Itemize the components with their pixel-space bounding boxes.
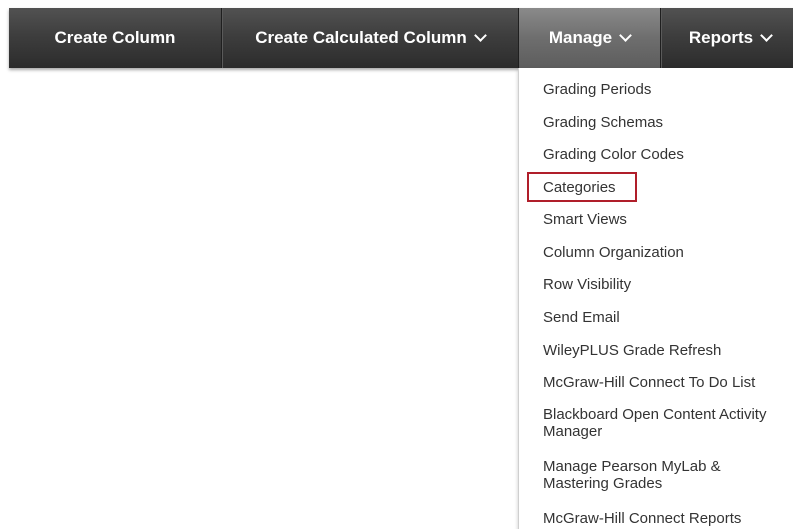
create-calculated-column-button[interactable]: Create Calculated Column [222,8,518,68]
chevron-down-icon [760,28,773,42]
manage-label: Manage [548,28,613,47]
manage-menu-button[interactable]: Manage [519,8,660,68]
reports-menu-button[interactable]: Reports [661,8,793,68]
create-calculated-column-label: Create Calculated Column [255,28,467,47]
menu-item-blackboard-open-content-activity-manager[interactable]: Blackboard Open Content Activity Manager [543,406,793,440]
menu-item-grading-schemas[interactable]: Grading Schemas [543,114,663,131]
menu-item-manage-pearson-mylab-mastering-grades[interactable]: Manage Pearson MyLab & Mastering Grades [543,458,778,492]
reports-label: Reports [688,28,754,47]
menu-item-smart-views[interactable]: Smart Views [543,211,627,228]
gradebook-screen: Create Column Create Calculated Column M… [0,0,793,529]
chevron-down-icon [473,28,487,42]
menu-item-grading-color-codes[interactable]: Grading Color Codes [543,146,684,163]
gradebook-toolbar: Create Column Create Calculated Column M… [9,8,793,68]
menu-item-row-visibility[interactable]: Row Visibility [543,276,631,293]
chevron-down-icon [619,28,633,42]
menu-item-column-organization[interactable]: Column Organization [543,244,684,261]
menu-item-mcgraw-hill-connect-to-do-list[interactable]: McGraw-Hill Connect To Do List [543,374,755,391]
create-column-label: Create Column [54,28,176,47]
manage-dropdown-menu: Grading Periods Grading Schemas Grading … [518,68,793,529]
menu-item-mcgraw-hill-connect-reports[interactable]: McGraw-Hill Connect Reports [543,510,741,527]
menu-item-categories[interactable]: Categories [543,179,616,196]
menu-item-grading-periods[interactable]: Grading Periods [543,81,651,98]
menu-item-wileyplus-grade-refresh[interactable]: WileyPLUS Grade Refresh [543,342,721,359]
create-column-button[interactable]: Create Column [9,8,221,68]
menu-item-send-email[interactable]: Send Email [543,309,620,326]
